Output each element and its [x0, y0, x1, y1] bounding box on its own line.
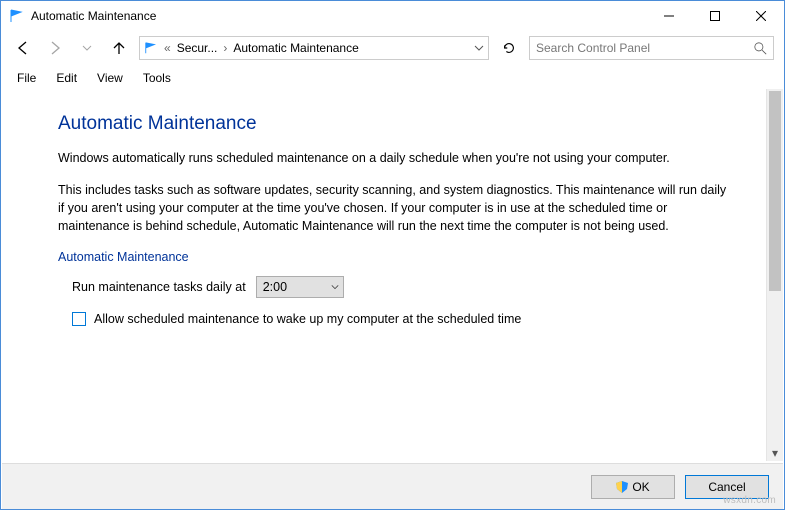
maximize-button[interactable]	[692, 1, 738, 31]
minimize-button[interactable]	[646, 1, 692, 31]
menu-tools[interactable]: Tools	[133, 67, 181, 89]
footer: OK Cancel	[2, 463, 783, 509]
search-icon	[754, 42, 767, 55]
ok-button[interactable]: OK	[591, 475, 675, 499]
schedule-label: Run maintenance tasks daily at	[72, 280, 246, 294]
wake-checkbox-row: Allow scheduled maintenance to wake up m…	[72, 312, 730, 326]
title-bar: Automatic Maintenance	[1, 1, 784, 31]
guillemet-icon: «	[162, 41, 173, 55]
back-button[interactable]	[11, 36, 35, 60]
cancel-label: Cancel	[708, 480, 745, 494]
up-button[interactable]	[107, 36, 131, 60]
chevron-right-icon: ›	[221, 41, 229, 55]
watermark: wsxdn.com	[723, 495, 776, 506]
wake-checkbox-label: Allow scheduled maintenance to wake up m…	[94, 312, 521, 326]
content-area: Automatic Maintenance Windows automatica…	[2, 89, 783, 461]
scrollbar[interactable]: ▴ ▾	[766, 89, 783, 461]
chevron-down-icon[interactable]	[474, 43, 484, 53]
page-content: Automatic Maintenance Windows automatica…	[2, 89, 766, 461]
page-heading: Automatic Maintenance	[58, 113, 730, 135]
window-controls	[646, 1, 784, 31]
wake-checkbox[interactable]	[72, 312, 86, 326]
refresh-button[interactable]	[497, 36, 521, 60]
breadcrumb-automatic-maintenance[interactable]: Automatic Maintenance	[233, 41, 358, 55]
schedule-time-value: 2:00	[263, 280, 287, 294]
breadcrumb[interactable]: « Secur... › Automatic Maintenance	[139, 36, 489, 60]
search-placeholder: Search Control Panel	[536, 41, 754, 55]
schedule-row: Run maintenance tasks daily at 2:00	[72, 276, 730, 298]
menu-bar: File Edit View Tools	[1, 65, 784, 89]
menu-edit[interactable]: Edit	[46, 67, 87, 89]
scroll-down-icon[interactable]: ▾	[767, 444, 783, 461]
menu-file[interactable]: File	[7, 67, 46, 89]
schedule-time-select[interactable]: 2:00	[256, 276, 344, 298]
control-panel-flag-icon	[9, 8, 25, 24]
intro-paragraph-1: Windows automatically runs scheduled mai…	[58, 149, 730, 167]
breadcrumb-security[interactable]: Secur...	[177, 41, 218, 55]
ok-label: OK	[632, 480, 649, 494]
intro-paragraph-2: This includes tasks such as software upd…	[58, 181, 730, 235]
section-title: Automatic Maintenance	[58, 250, 730, 264]
uac-shield-icon	[616, 481, 628, 493]
search-input[interactable]: Search Control Panel	[529, 36, 774, 60]
control-panel-flag-icon	[144, 41, 158, 55]
nav-bar: « Secur... › Automatic Maintenance Searc…	[1, 31, 784, 65]
close-button[interactable]	[738, 1, 784, 31]
recent-dropdown-icon[interactable]	[75, 36, 99, 60]
window-title: Automatic Maintenance	[31, 9, 646, 23]
chevron-down-icon	[331, 283, 339, 291]
menu-view[interactable]: View	[87, 67, 133, 89]
forward-button[interactable]	[43, 36, 67, 60]
scroll-thumb[interactable]	[769, 91, 781, 291]
